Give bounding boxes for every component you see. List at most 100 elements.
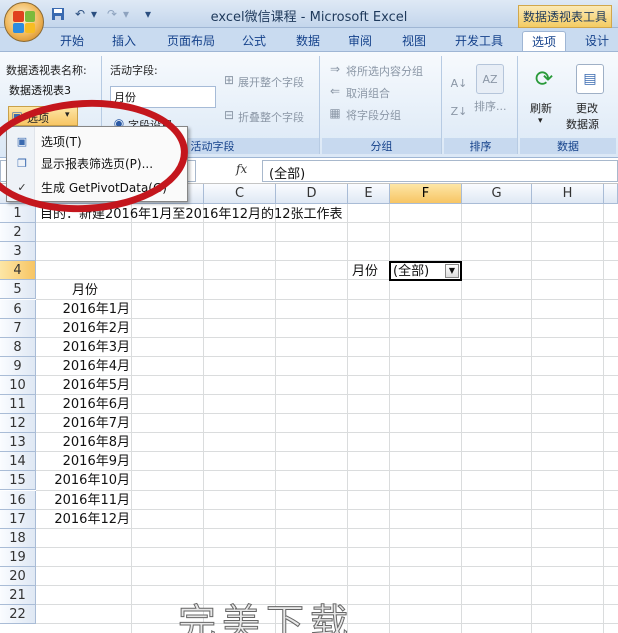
tab-review[interactable]: 审阅 <box>340 31 380 51</box>
column-header-c[interactable]: C <box>204 184 276 204</box>
row-header-9[interactable]: 9 <box>0 356 36 376</box>
spreadsheet-grid[interactable]: A B C D E F G H 123456789101112131415161… <box>0 184 618 633</box>
tab-view[interactable]: 视图 <box>394 31 434 51</box>
cell-month[interactable]: 2016年6月 <box>63 395 130 414</box>
ungroup-icon: ⇐ <box>329 84 341 98</box>
column-header-d[interactable]: D <box>276 184 348 204</box>
tab-developer[interactable]: 开发工具 <box>448 31 510 51</box>
row-header-17[interactable]: 17 <box>0 509 36 529</box>
row-header-6[interactable]: 6 <box>0 299 36 319</box>
cell-a5[interactable]: 月份 <box>72 281 98 300</box>
active-cell-f4[interactable]: (全部) ▼ <box>389 261 462 281</box>
row-header-12[interactable]: 12 <box>0 414 36 434</box>
watermark-text: 完美下载 <box>177 601 355 633</box>
change-source-line1[interactable]: 更改 <box>576 100 598 116</box>
tab-page-layout[interactable]: 页面布局 <box>160 31 222 51</box>
menu-item-show-filter-pages-label: 显示报表筛选页(P)... <box>41 157 154 171</box>
row-header-3[interactable]: 3 <box>0 242 36 262</box>
tab-design[interactable]: 设计 <box>578 31 616 51</box>
options-dropdown-menu: ▣ 选项(T) ❐ 显示报表筛选页(P)... ✓ 生成 GetPivotDat… <box>6 126 188 202</box>
pivot-name-label: 数据透视表名称: <box>6 64 87 77</box>
refresh-icon: ⟳ <box>534 66 554 92</box>
office-button[interactable] <box>4 2 44 42</box>
row-header-16[interactable]: 16 <box>0 490 36 510</box>
collapse-field-icon: ⊟ <box>223 108 235 122</box>
show-filter-pages-icon: ❐ <box>17 157 27 170</box>
pivot-name-field[interactable]: 数据透视表3 <box>6 80 96 100</box>
group-selection-icon: ⇒ <box>329 62 341 76</box>
cell-month[interactable]: 2016年3月 <box>63 338 130 357</box>
row-header-5[interactable]: 5 <box>0 280 36 300</box>
group-selection-button[interactable]: 将所选内容分组 <box>346 63 423 79</box>
row-header-15[interactable]: 15 <box>0 471 36 491</box>
tab-options[interactable]: 选项 <box>522 31 566 51</box>
menu-item-options[interactable]: ▣ 选项(T) <box>7 131 187 153</box>
row-header-11[interactable]: 11 <box>0 395 36 415</box>
menu-item-getpivotdata[interactable]: ✓ 生成 GetPivotData(G) <box>7 177 187 199</box>
ungroup-button[interactable]: 取消组合 <box>346 85 390 101</box>
row-header-19[interactable]: 19 <box>0 547 36 567</box>
row-header-1[interactable]: 1 <box>0 204 36 224</box>
sort-button[interactable]: 排序... <box>474 98 507 114</box>
cell-month[interactable]: 2016年10月 <box>54 471 130 490</box>
data-group-label: 数据 <box>520 138 616 154</box>
expand-field-button[interactable]: 展开整个字段 <box>238 74 304 90</box>
row-header-13[interactable]: 13 <box>0 433 36 453</box>
cell-month[interactable]: 2016年8月 <box>63 433 130 452</box>
options-split-button[interactable]: ▣ 选项 ▾ <box>8 106 78 126</box>
fx-icon[interactable]: fx <box>236 162 247 176</box>
gridline <box>36 565 618 567</box>
cell-a1[interactable]: 目的：新建2016年1月至2016年12月的12张工作表 <box>40 205 343 224</box>
column-header-g[interactable]: G <box>462 184 532 204</box>
row-header-10[interactable]: 10 <box>0 375 36 395</box>
row-header-18[interactable]: 18 <box>0 528 36 548</box>
cell-month[interactable]: 2016年4月 <box>63 357 130 376</box>
sort-group: A↓ Z↓ AZ 排序... 排序 <box>444 56 518 154</box>
cell-month[interactable]: 2016年12月 <box>54 510 130 529</box>
gridline <box>275 204 276 633</box>
row-header-4[interactable]: 4 <box>0 261 36 281</box>
row-header-20[interactable]: 20 <box>0 566 36 586</box>
group-group: ⇒ 将所选内容分组 ⇐ 取消组合 ▦ 将字段分组 分组 <box>322 56 442 154</box>
gridline <box>36 241 618 243</box>
column-header-f[interactable]: F <box>390 184 462 204</box>
row-header-7[interactable]: 7 <box>0 318 36 338</box>
row-header-2[interactable]: 2 <box>0 223 36 243</box>
group-field-button[interactable]: 将字段分组 <box>346 107 401 123</box>
options-button-label: 选项 <box>27 112 49 125</box>
cell-month[interactable]: 2016年5月 <box>63 376 130 395</box>
tab-home[interactable]: 开始 <box>52 31 92 51</box>
sort-az-icon[interactable]: A↓ <box>450 72 468 94</box>
change-source-line2[interactable]: 数据源 <box>566 116 599 132</box>
tab-insert[interactable]: 插入 <box>104 31 144 51</box>
tab-data[interactable]: 数据 <box>288 31 328 51</box>
menu-item-show-filter-pages[interactable]: ❐ 显示报表筛选页(P)... <box>7 153 187 175</box>
formula-input[interactable]: (全部) <box>262 160 618 182</box>
group-group-label: 分组 <box>322 138 441 154</box>
column-header-e[interactable]: E <box>348 184 390 204</box>
column-header-overflow[interactable] <box>604 184 618 204</box>
sort-za-icon[interactable]: Z↓ <box>450 100 468 122</box>
options-icon: ▣ <box>11 109 23 123</box>
refresh-dropdown-icon[interactable]: ▾ <box>538 116 543 126</box>
sort-group-label: 排序 <box>444 138 517 154</box>
cell-e4[interactable]: 月份 <box>352 262 378 281</box>
column-header-h[interactable]: H <box>532 184 604 204</box>
options-dropdown-icon[interactable]: ▾ <box>65 110 70 120</box>
cell-month[interactable]: 2016年2月 <box>63 319 130 338</box>
gridline <box>36 585 618 586</box>
cell-month[interactable]: 2016年9月 <box>63 452 130 471</box>
refresh-button[interactable]: 刷新 <box>530 100 552 116</box>
row-header-14[interactable]: 14 <box>0 452 36 472</box>
row-header-22[interactable]: 22 <box>0 605 36 625</box>
active-field-input[interactable]: 月份 <box>110 86 216 108</box>
cell-month[interactable]: 2016年11月 <box>54 491 130 510</box>
row-header-21[interactable]: 21 <box>0 586 36 606</box>
collapse-field-button[interactable]: 折叠整个字段 <box>238 109 304 125</box>
cell-month[interactable]: 2016年7月 <box>63 414 130 433</box>
gridline <box>203 204 204 633</box>
tab-formulas[interactable]: 公式 <box>234 31 274 51</box>
cell-month[interactable]: 2016年1月 <box>63 300 130 319</box>
row-header-8[interactable]: 8 <box>0 337 36 357</box>
filter-dropdown-icon[interactable]: ▼ <box>445 264 459 278</box>
